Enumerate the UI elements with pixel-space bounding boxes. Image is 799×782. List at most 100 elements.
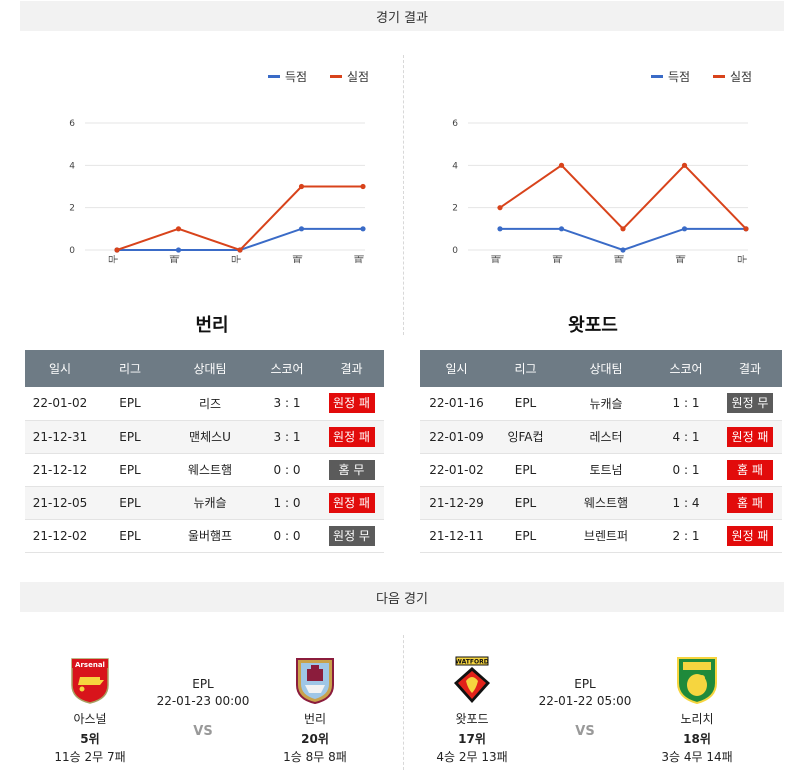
legend-scored-label: 득점 <box>668 70 690 84</box>
data-point <box>497 205 503 211</box>
arsenal-crest-icon: Arsenal <box>68 655 112 705</box>
cell-opponent: 뉴캐슬 <box>558 387 654 421</box>
home-team-record: 11승 2무 7패 <box>54 750 126 764</box>
next-match-card[interactable]: Arsenal 아스널 5위 11승 2무 7패 EPL 22-01-23 00… <box>40 630 370 764</box>
col-result-header: 결과 <box>319 350 384 387</box>
y-tick-label: 2 <box>452 204 458 214</box>
vs-label: VS <box>193 724 213 739</box>
col-opponent-header: 상대팀 <box>165 350 255 387</box>
cell-league: EPL <box>493 519 558 553</box>
right-team-title: 왓포드 <box>568 315 618 336</box>
bottom-divider <box>403 635 404 770</box>
cell-result: 원정 패 <box>319 387 384 421</box>
match-datetime: 22-01-22 05:00 <box>538 694 632 708</box>
table-row[interactable]: 21-12-11 EPL 브렌트퍼 2 : 1 원정 패 <box>420 519 782 553</box>
y-tick-label: 6 <box>452 119 458 129</box>
table-row[interactable]: 21-12-12 EPL 웨스트햄 0 : 0 홈 무 <box>25 453 384 487</box>
away-team-name: 노리치 <box>680 712 714 726</box>
cell-score: 1 : 1 <box>654 387 718 421</box>
cell-opponent: 웨스트햄 <box>558 486 654 520</box>
data-point <box>620 226 626 232</box>
cell-league: EPL <box>95 387 165 421</box>
norwich-crest-icon <box>675 655 719 705</box>
svg-text:WATFORD: WATFORD <box>455 659 488 666</box>
svg-text:Arsenal: Arsenal <box>75 661 105 669</box>
y-tick-label: 2 <box>69 204 75 214</box>
cell-opponent: 맨체스U <box>165 420 255 454</box>
table-row[interactable]: 21-12-05 EPL 뉴캐슬 1 : 0 원정 패 <box>25 486 384 520</box>
cell-score: 0 : 1 <box>654 453 718 487</box>
match-info: EPL 22-01-22 05:00 <box>525 677 645 708</box>
col-league-header: 리그 <box>493 350 558 387</box>
cell-league: EPL <box>493 486 558 520</box>
table-row[interactable]: 22-01-16 EPL 뉴캐슬 1 : 1 원정 무 <box>420 387 782 421</box>
cell-date: 22-01-09 <box>420 420 493 454</box>
data-point <box>497 226 503 232</box>
cell-opponent: 뉴캐슬 <box>165 486 255 520</box>
home-team-record: 4승 2무 13패 <box>436 750 508 764</box>
series-1 <box>114 183 366 253</box>
right-result-chart: 득점 실점 0 2 4 6 패 패 패 패 무 <box>452 70 752 264</box>
legend-conceded-label: 실점 <box>730 70 752 84</box>
away-team[interactable]: 번리 20위 1승 8무 8패 <box>265 630 365 765</box>
cell-league: EPL <box>493 453 558 487</box>
cell-date: 22-01-02 <box>420 453 493 487</box>
cell-date: 21-12-02 <box>25 519 95 553</box>
cell-league: EPL <box>95 420 165 454</box>
result-badge: 원정 패 <box>328 393 375 414</box>
data-point <box>743 226 749 232</box>
home-team-rank: 17위 <box>458 732 486 746</box>
match-league: EPL <box>574 677 596 691</box>
home-team[interactable]: WATFORD 왓포드 17위 4승 2무 13패 <box>422 630 522 765</box>
away-team[interactable]: 노리치 18위 3승 4무 14패 <box>647 630 747 765</box>
match-info: EPL 22-01-23 00:00 <box>143 677 263 708</box>
cell-date: 21-12-12 <box>25 453 95 487</box>
x-tick-label: 패 <box>614 254 626 263</box>
table-row[interactable]: 22-01-09 잉FA컵 레스터 4 : 1 원정 패 <box>420 420 782 454</box>
table-row[interactable]: 21-12-29 EPL 웨스트햄 1 : 4 홈 패 <box>420 486 782 520</box>
table-row[interactable]: 21-12-31 EPL 맨체스U 3 : 1 원정 패 <box>25 420 384 454</box>
data-point <box>237 247 243 253</box>
cell-score: 0 : 0 <box>255 519 319 553</box>
match-datetime: 22-01-23 00:00 <box>156 694 250 708</box>
series-1 <box>497 162 749 232</box>
data-point <box>558 162 565 168</box>
vs-label: VS <box>575 724 595 739</box>
result-badge: 원정 무 <box>727 393 773 414</box>
cell-score: 3 : 1 <box>255 420 319 454</box>
y-tick-label: 0 <box>69 246 75 256</box>
col-league-header: 리그 <box>95 350 165 387</box>
results-section-title: 경기 결과 <box>376 10 428 26</box>
x-tick-label: 패 <box>293 254 305 263</box>
result-badge: 원정 패 <box>328 426 375 447</box>
data-point <box>360 183 366 190</box>
series-line <box>117 227 363 251</box>
table-row[interactable]: 22-01-02 EPL 리즈 3 : 1 원정 패 <box>25 387 384 421</box>
x-tick-label: 무 <box>738 254 749 263</box>
away-team-rank: 20위 <box>301 732 329 746</box>
data-point <box>558 226 565 232</box>
next-match-card[interactable]: WATFORD 왓포드 17위 4승 2무 13패 EPL 22-01-22 0… <box>422 630 752 764</box>
table-row[interactable]: 21-12-02 EPL 울버햄프 0 : 0 원정 무 <box>25 519 384 553</box>
data-point <box>114 247 120 253</box>
result-badge: 홈 패 <box>727 492 773 513</box>
table-row[interactable]: 22-01-02 EPL 토트넘 0 : 1 홈 패 <box>420 453 782 487</box>
cell-opponent: 레스터 <box>558 420 654 454</box>
cell-league: EPL <box>95 486 165 520</box>
away-team-record: 3승 4무 14패 <box>661 750 733 764</box>
home-team[interactable]: Arsenal 아스널 5위 11승 2무 7패 <box>40 630 140 765</box>
y-tick-label: 6 <box>69 119 75 129</box>
results-section-header: 경기 결과 <box>20 1 784 31</box>
cell-opponent: 토트넘 <box>558 453 654 487</box>
series-line <box>499 163 747 231</box>
data-point <box>360 226 366 232</box>
data-point <box>175 247 182 253</box>
cell-date: 22-01-16 <box>420 387 493 421</box>
result-badge: 홈 무 <box>328 459 375 480</box>
home-team-name: 왓포드 <box>455 712 489 726</box>
cell-score: 2 : 1 <box>654 519 718 553</box>
cell-score: 1 : 4 <box>654 486 718 520</box>
cell-league: EPL <box>95 453 165 487</box>
home-team-rank: 5위 <box>80 732 100 746</box>
chart-legend: 득점 실점 <box>268 70 369 84</box>
